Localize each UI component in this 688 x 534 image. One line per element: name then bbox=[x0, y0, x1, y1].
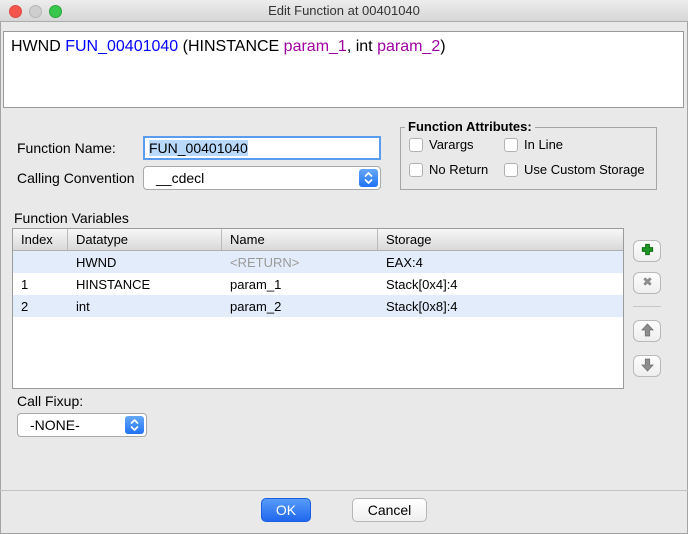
bottom-separator bbox=[0, 490, 688, 491]
column-header-index[interactable]: Index bbox=[13, 229, 68, 250]
chevron-up-down-icon bbox=[359, 169, 378, 187]
signature-plain: (HINSTANCE bbox=[178, 38, 283, 55]
cell-index: 2 bbox=[13, 299, 68, 314]
cell-storage: EAX:4 bbox=[378, 255, 623, 270]
function-variables-label: Function Variables bbox=[14, 210, 129, 226]
checkbox-label: Varargs bbox=[429, 137, 474, 152]
signature-plain: ) bbox=[440, 38, 445, 55]
cell-name: param_2 bbox=[222, 299, 378, 314]
function-name-label: Function Name: bbox=[17, 140, 116, 156]
title-bar: Edit Function at 00401040 bbox=[0, 0, 688, 22]
move-down-button[interactable] bbox=[633, 355, 661, 377]
up-arrow-icon bbox=[641, 323, 654, 340]
checkbox-no-return[interactable]: No Return bbox=[409, 162, 488, 177]
function-variables-table: Index Datatype Name Storage HWND <RETURN… bbox=[12, 228, 624, 389]
function-signature-preview: HWND FUN_00401040 (HINSTANCE param_1, in… bbox=[3, 31, 684, 108]
ok-button[interactable]: OK bbox=[261, 498, 311, 522]
column-header-datatype[interactable]: Datatype bbox=[68, 229, 222, 250]
signature-param-2: param_2 bbox=[377, 38, 440, 55]
edit-function-dialog: Edit Function at 00401040 HWND FUN_00401… bbox=[0, 0, 688, 534]
checkbox-label: No Return bbox=[429, 162, 488, 177]
checkbox-use-custom-storage[interactable]: Use Custom Storage bbox=[504, 162, 645, 177]
checkbox-icon bbox=[409, 163, 423, 177]
checkbox-icon bbox=[409, 138, 423, 152]
checkbox-in-line[interactable]: In Line bbox=[504, 137, 563, 152]
function-name-value: FUN_00401040 bbox=[149, 140, 248, 156]
signature-plain: , int bbox=[347, 38, 377, 55]
table-row[interactable]: 2 int param_2 Stack[0x8]:4 bbox=[13, 295, 623, 317]
window-title: Edit Function at 00401040 bbox=[0, 0, 688, 22]
signature-function-name: FUN_00401040 bbox=[65, 38, 178, 55]
table-row[interactable]: HWND <RETURN> EAX:4 bbox=[13, 251, 623, 273]
calling-convention-value: __cdecl bbox=[156, 167, 204, 189]
calling-convention-label: Calling Convention bbox=[17, 170, 135, 186]
down-arrow-icon bbox=[641, 358, 654, 375]
table-row[interactable]: 1 HINSTANCE param_1 Stack[0x4]:4 bbox=[13, 273, 623, 295]
plus-icon bbox=[640, 242, 655, 260]
cell-datatype: HINSTANCE bbox=[68, 277, 222, 292]
function-attributes-title: Function Attributes: bbox=[405, 119, 535, 134]
cell-index: 1 bbox=[13, 277, 68, 292]
checkbox-icon bbox=[504, 163, 518, 177]
checkbox-label: Use Custom Storage bbox=[524, 162, 645, 177]
column-header-name[interactable]: Name bbox=[222, 229, 378, 250]
checkbox-label: In Line bbox=[524, 137, 563, 152]
cell-datatype: HWND bbox=[68, 255, 222, 270]
add-variable-button[interactable] bbox=[633, 240, 661, 262]
calling-convention-select[interactable]: __cdecl bbox=[143, 166, 381, 190]
button-divider bbox=[633, 306, 661, 307]
cell-storage: Stack[0x4]:4 bbox=[378, 277, 623, 292]
checkbox-varargs[interactable]: Varargs bbox=[409, 137, 474, 152]
signature-return-type: HWND bbox=[11, 38, 65, 55]
cell-name: <RETURN> bbox=[222, 255, 378, 270]
call-fixup-select[interactable]: -NONE- bbox=[17, 413, 147, 437]
x-icon bbox=[641, 275, 654, 291]
cell-datatype: int bbox=[68, 299, 222, 314]
cancel-button[interactable]: Cancel bbox=[352, 498, 427, 522]
move-up-button[interactable] bbox=[633, 320, 661, 342]
call-fixup-value: -NONE- bbox=[30, 414, 80, 436]
delete-variable-button[interactable] bbox=[633, 272, 661, 294]
function-attributes-group: Function Attributes: Varargs In Line No … bbox=[400, 127, 657, 190]
checkbox-icon bbox=[504, 138, 518, 152]
column-header-storage[interactable]: Storage bbox=[378, 229, 623, 250]
table-header-row: Index Datatype Name Storage bbox=[13, 229, 623, 251]
cell-name: param_1 bbox=[222, 277, 378, 292]
signature-param-1: param_1 bbox=[284, 38, 347, 55]
chevron-up-down-icon bbox=[125, 416, 144, 434]
call-fixup-label: Call Fixup: bbox=[17, 393, 83, 409]
function-name-input[interactable]: FUN_00401040 bbox=[143, 136, 381, 160]
cell-storage: Stack[0x8]:4 bbox=[378, 299, 623, 314]
